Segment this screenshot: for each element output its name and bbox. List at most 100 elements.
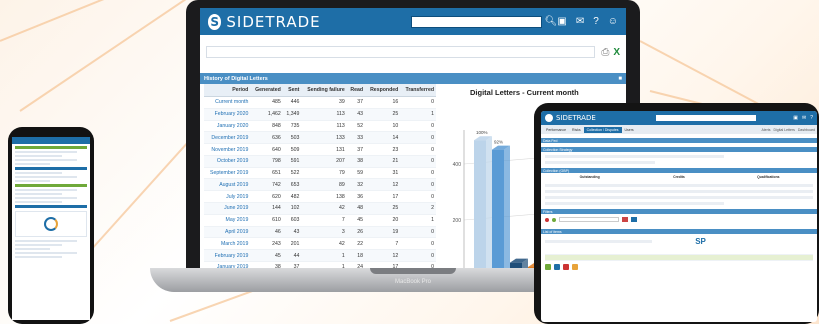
sidetrade-logo-icon[interactable]: S (208, 13, 222, 30)
table-cell: 59 (346, 167, 366, 180)
global-search-input[interactable] (410, 15, 542, 28)
sidetrade-logo-icon[interactable] (545, 114, 553, 122)
table-cell: 640 (250, 143, 283, 156)
placeholder-line (545, 161, 656, 164)
table-cell: 138 (301, 190, 347, 204)
toolbar-field[interactable] (206, 46, 596, 58)
period-link[interactable]: March 2019 (204, 237, 251, 251)
table-row[interactable]: September 2019 651 522 79 59 31 0 (204, 167, 436, 180)
table-row[interactable]: February 2019 45 44 1 18 12 0 (204, 249, 436, 262)
tab-users[interactable]: Users (622, 127, 637, 133)
print-icon[interactable]: ⎙ (601, 47, 609, 58)
column-header[interactable]: Sending failure (301, 84, 347, 97)
collapse-icon[interactable]: ■ (618, 76, 622, 82)
table-row[interactable]: August 2019 742 653 89 32 12 0 (204, 178, 436, 192)
tab-dashboard[interactable]: Dashboard (798, 128, 815, 132)
column-header[interactable]: Transferred (400, 84, 436, 97)
column-header[interactable]: Period (204, 84, 251, 97)
flag-icon[interactable] (572, 264, 578, 270)
table-cell: 1,462 (250, 108, 283, 121)
tab-digital-letters[interactable]: Digital Letters (773, 128, 794, 132)
table-cell: 0 (400, 143, 436, 156)
period-link[interactable]: February 2020 (204, 108, 251, 121)
table-cell: 18 (346, 249, 366, 262)
placeholder-line (15, 176, 78, 178)
table-row[interactable]: May 2019 610 603 7 45 20 1 (204, 214, 436, 227)
calendar-icon[interactable]: ▣ (793, 115, 798, 121)
table-row[interactable]: December 2019 636 503 133 33 14 0 (204, 131, 436, 145)
approve-icon[interactable] (545, 264, 551, 270)
tablet-section-data-fed: Data Fed (541, 138, 817, 143)
tab-collection-disputes[interactable]: Collection / Disputes (583, 126, 622, 133)
calendar-icon[interactable]: ▣ (557, 16, 566, 27)
filter-button[interactable] (622, 217, 628, 222)
column-header[interactable]: Sent (282, 84, 302, 97)
table-cell: 591 (282, 155, 302, 168)
table-row[interactable]: March 2019 243 201 42 22 7 0 (204, 237, 436, 251)
filter-input[interactable] (559, 217, 619, 222)
table-cell: 503 (282, 131, 302, 145)
table-cell: 0 (400, 190, 436, 204)
column-header[interactable]: Read (346, 84, 366, 97)
column-header[interactable]: Generated (250, 84, 283, 97)
placeholder-line (15, 256, 62, 258)
table-cell: 2 (400, 202, 436, 215)
period-link[interactable]: September 2019 (204, 167, 251, 180)
table-row[interactable]: November 2019 640 509 131 37 23 0 (204, 143, 436, 156)
edit-icon[interactable] (554, 264, 560, 270)
chart-title: Digital Letters - Current month (470, 88, 579, 97)
tablet-header: SIDETRADE ▣ ✉ ? (541, 111, 817, 125)
placeholder-line (15, 252, 78, 254)
placeholder-line (15, 197, 78, 199)
table-cell: 42 (301, 202, 347, 215)
brand-name: SIDETRADE (226, 12, 321, 31)
period-link[interactable]: August 2019 (204, 178, 251, 192)
period-link[interactable]: November 2019 (204, 143, 251, 156)
user-icon[interactable]: ☺ (608, 16, 618, 27)
y-tick-label: 200 (453, 218, 462, 224)
status-green-icon[interactable] (552, 217, 556, 222)
search-button[interactable] (631, 217, 637, 222)
table-cell: 446 (282, 96, 302, 109)
help-icon[interactable]: ? (593, 16, 599, 27)
table-row[interactable]: April 2019 46 43 3 26 19 0 (204, 226, 436, 239)
period-link[interactable]: May 2019 (204, 214, 251, 227)
search-icon[interactable]: 🔍︎ (545, 16, 558, 27)
chart-bar (492, 149, 504, 268)
laptop-notch (370, 268, 456, 274)
delete-icon[interactable] (563, 264, 569, 270)
table-cell: 651 (250, 167, 283, 180)
period-link[interactable]: April 2019 (204, 226, 251, 239)
table-cell: 522 (282, 167, 302, 180)
table-row[interactable]: Current month 485 446 39 37 16 0 (204, 96, 436, 109)
table-row[interactable]: June 2019 144 102 42 48 25 2 (204, 202, 436, 215)
period-link[interactable]: January 2020 (204, 120, 251, 133)
period-link[interactable]: July 2019 (204, 190, 251, 204)
tab-performance[interactable]: Performance (543, 127, 569, 133)
period-link[interactable]: Current month (204, 96, 251, 109)
period-link[interactable]: December 2019 (204, 131, 251, 145)
tablet-search-input[interactable] (655, 115, 756, 121)
history-section-header: History of Digital Letters ■ (200, 73, 626, 84)
table-cell: 19 (365, 226, 401, 239)
table-cell: 22 (346, 237, 366, 251)
tab-risks[interactable]: Risks (569, 127, 584, 133)
table-cell: 133 (301, 131, 347, 145)
excel-export-icon[interactable]: X (613, 47, 620, 58)
mail-icon[interactable]: ✉ (576, 16, 584, 27)
column-header[interactable]: Responded (365, 84, 401, 97)
mail-icon[interactable]: ✉ (802, 115, 806, 121)
decor-line (0, 0, 214, 42)
period-link[interactable]: October 2019 (204, 155, 251, 168)
help-icon[interactable]: ? (810, 115, 813, 121)
tab-alerts[interactable]: Alerts (762, 128, 771, 132)
table-row[interactable]: October 2019 798 591 207 38 21 0 (204, 155, 436, 168)
period-link[interactable]: June 2019 (204, 202, 251, 215)
status-red-icon[interactable] (545, 217, 549, 222)
table-row[interactable]: January 2020 848 735 113 52 10 0 (204, 120, 436, 133)
table-row[interactable]: July 2019 620 482 138 36 17 0 (204, 190, 436, 204)
table-row[interactable]: February 2020 1,462 1,349 113 43 25 1 (204, 108, 436, 121)
table-cell: 43 (346, 108, 366, 121)
table-cell: 131 (301, 143, 347, 156)
period-link[interactable]: February 2019 (204, 249, 251, 262)
